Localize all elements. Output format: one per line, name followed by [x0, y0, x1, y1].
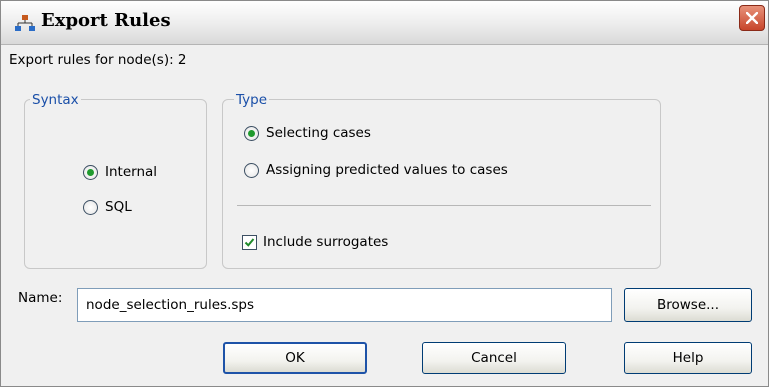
syntax-legend: Syntax: [30, 92, 81, 108]
syntax-sql-radio[interactable]: [83, 200, 98, 215]
type-assigning-values-radio[interactable]: [244, 163, 259, 178]
include-surrogates-checkbox[interactable]: [242, 235, 257, 250]
syntax-sql-label[interactable]: SQL: [105, 199, 132, 215]
help-button[interactable]: Help: [624, 342, 752, 374]
export-rules-dialog: Export Rules Export rules for node(s): 2…: [0, 0, 769, 387]
title-bar[interactable]: Export Rules: [1, 1, 768, 45]
type-selecting-cases-radio[interactable]: [244, 126, 259, 141]
type-legend: Type: [234, 92, 270, 108]
close-icon: [746, 12, 758, 24]
syntax-internal-radio[interactable]: [83, 165, 98, 180]
syntax-internal-label[interactable]: Internal: [105, 164, 157, 180]
name-label: Name:: [18, 290, 63, 306]
browse-button[interactable]: Browse...: [624, 288, 752, 322]
syntax-group: [24, 99, 207, 269]
include-surrogates-label[interactable]: Include surrogates: [263, 234, 388, 250]
cancel-button[interactable]: Cancel: [422, 342, 566, 374]
ok-button[interactable]: OK: [223, 342, 367, 374]
type-assigning-values-label[interactable]: Assigning predicted values to cases: [266, 162, 508, 178]
close-button[interactable]: [739, 5, 765, 31]
export-rules-count-label: Export rules for node(s): 2: [9, 52, 187, 68]
filename-input[interactable]: node_selection_rules.sps: [77, 288, 612, 322]
type-selecting-cases-label[interactable]: Selecting cases: [266, 125, 371, 141]
tree-icon: [15, 15, 35, 31]
checkmark-icon: [244, 238, 255, 247]
type-separator: [237, 205, 651, 206]
window-title: Export Rules: [41, 10, 171, 31]
